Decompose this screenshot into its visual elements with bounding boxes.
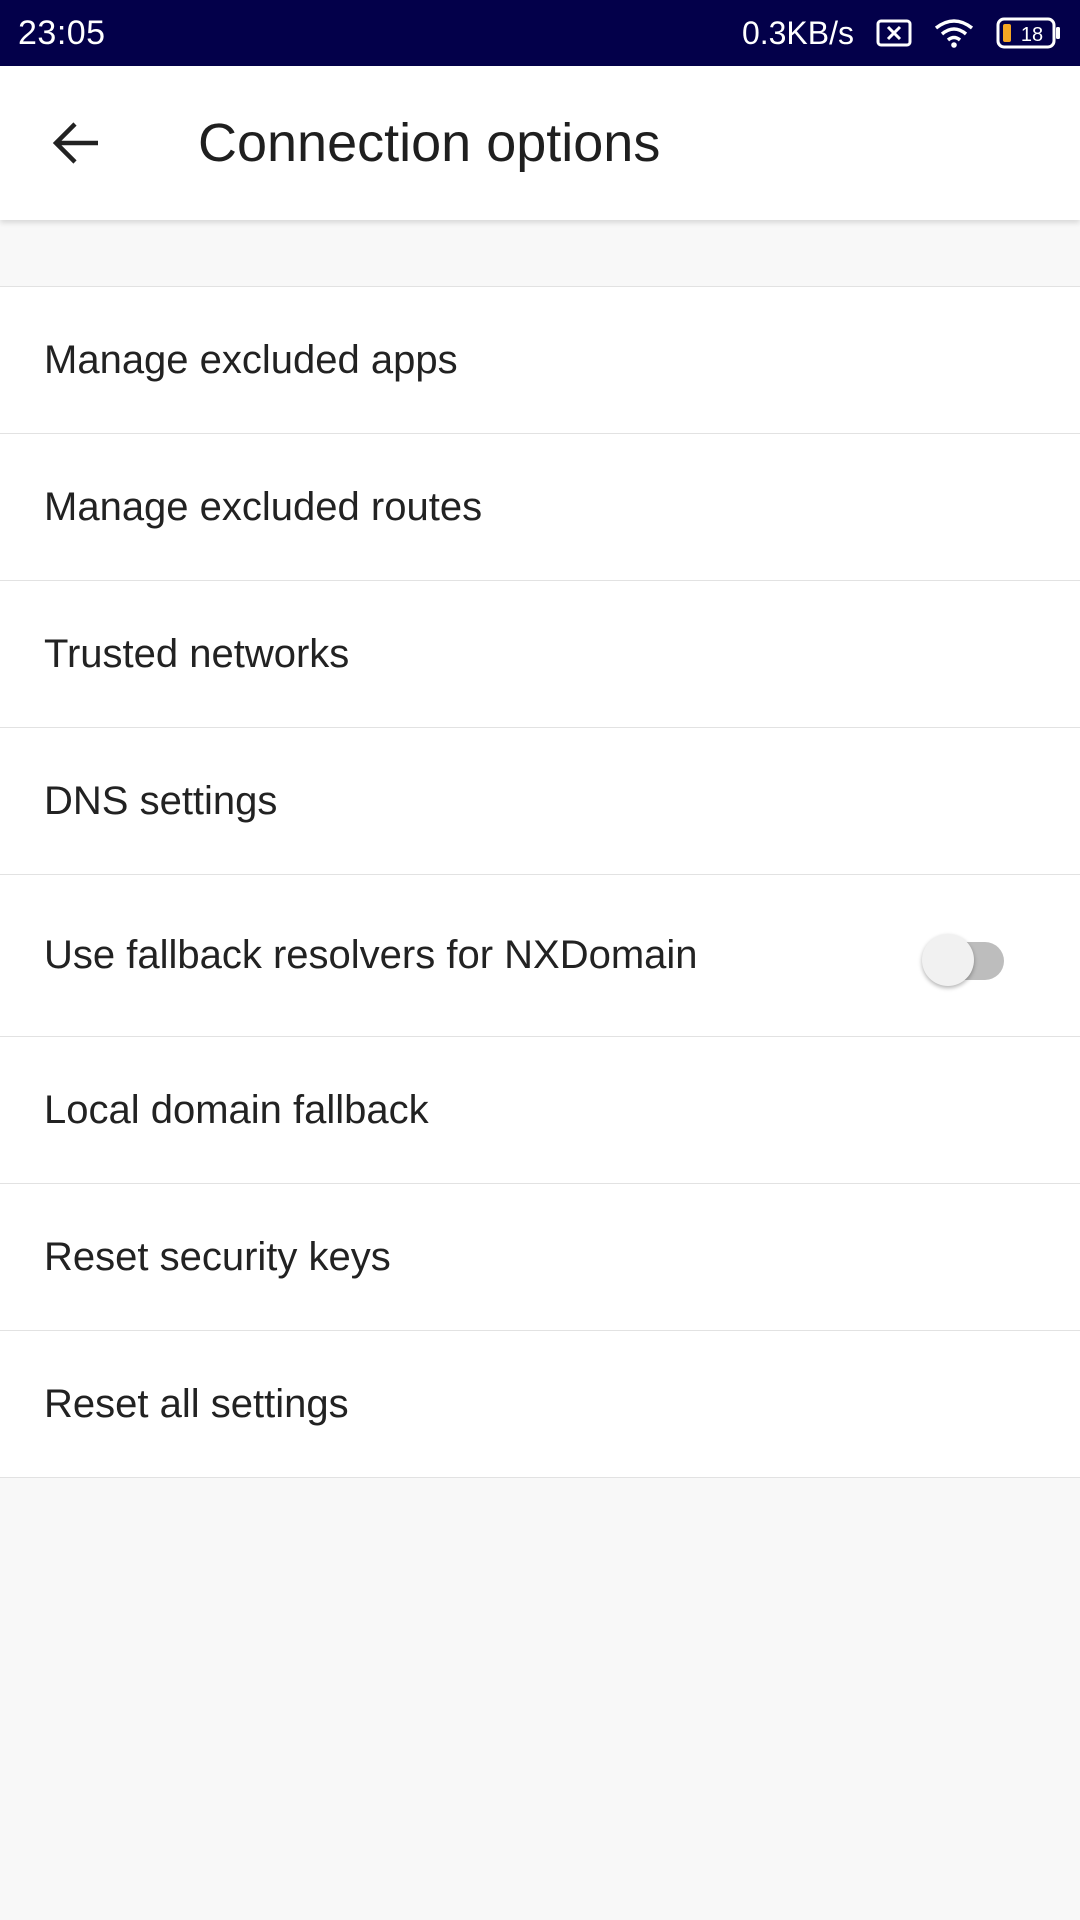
wifi-icon <box>934 18 974 48</box>
setting-label: Trusted networks <box>44 631 350 676</box>
setting-label: Manage excluded apps <box>44 337 458 382</box>
setting-dns-settings[interactable]: DNS settings <box>0 728 1080 875</box>
setting-local-domain-fallback[interactable]: Local domain fallback <box>0 1037 1080 1184</box>
setting-label: Reset all settings <box>44 1381 349 1426</box>
back-button[interactable] <box>16 83 136 203</box>
setting-reset-all-settings[interactable]: Reset all settings <box>0 1331 1080 1478</box>
battery-icon: 18 <box>996 17 1062 49</box>
page-title: Connection options <box>198 113 661 173</box>
setting-trusted-networks[interactable]: Trusted networks <box>0 581 1080 728</box>
setting-label: Manage excluded routes <box>44 484 483 529</box>
setting-label: DNS settings <box>44 778 278 823</box>
setting-label: Reset security keys <box>44 1234 391 1279</box>
arrow-left-icon <box>52 122 98 164</box>
battery-level: 18 <box>1021 24 1043 46</box>
status-time: 23:05 <box>18 13 106 52</box>
network-speed: 0.3KB/s <box>741 14 854 51</box>
setting-label: Use fallback resolvers for NXDomain <box>44 933 698 977</box>
status-icons: 0.3KB/s 18 <box>742 15 1062 52</box>
setting-manage-excluded-routes[interactable]: Manage excluded routes <box>0 434 1080 581</box>
setting-label: Local domain fallback <box>44 1087 429 1132</box>
app-bar: Connection options <box>0 66 1080 220</box>
setting-reset-security-keys[interactable]: Reset security keys <box>0 1184 1080 1331</box>
settings-list: Manage excluded apps Manage excluded rou… <box>0 286 1080 1478</box>
setting-fallback-resolvers[interactable]: Use fallback resolvers for NXDomain <box>0 875 1080 1037</box>
toggle-thumb <box>922 933 974 986</box>
fallback-resolvers-toggle[interactable] <box>922 930 1004 986</box>
sim-error-icon <box>876 19 912 47</box>
setting-manage-excluded-apps[interactable]: Manage excluded apps <box>0 287 1080 434</box>
status-bar: 23:05 0.3KB/s 18 <box>0 0 1080 66</box>
